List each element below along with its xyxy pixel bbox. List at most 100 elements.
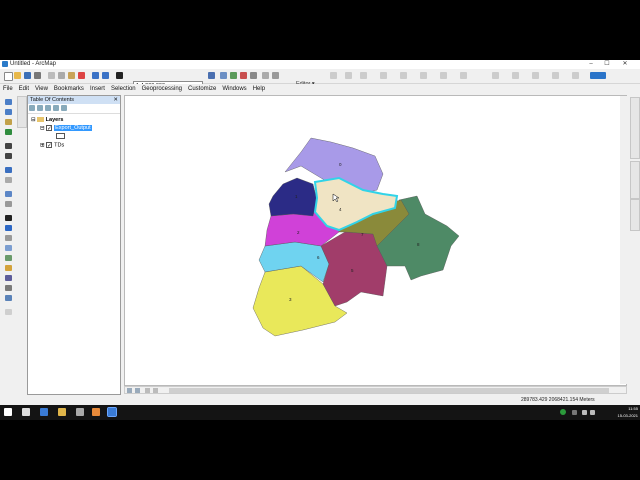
color-picker-icon[interactable]	[590, 72, 606, 79]
menu-windows[interactable]: Windows	[219, 84, 249, 94]
taskbar-clock[interactable]: 11:55 15-03-2021	[598, 405, 638, 420]
sketch-properties-icon[interactable]	[460, 72, 467, 79]
create-features-tab[interactable]	[630, 97, 640, 159]
editor-toolbar-icon[interactable]	[208, 72, 215, 79]
cut-polygon-icon[interactable]	[380, 72, 387, 79]
options-icon[interactable]	[61, 105, 67, 111]
forward-extent-icon[interactable]	[5, 177, 12, 183]
catalog-tab[interactable]	[630, 161, 640, 199]
zoom-in-icon[interactable]	[5, 99, 12, 105]
wifi-icon[interactable]	[582, 410, 587, 415]
draft-mode-icon[interactable]	[572, 72, 579, 79]
menu-selection[interactable]: Selection	[108, 84, 139, 94]
trace-tool-icon[interactable]	[360, 72, 367, 79]
store-icon[interactable]	[76, 408, 84, 416]
toc-root[interactable]: ⊟ Layers	[31, 117, 63, 124]
menu-view[interactable]: View	[32, 84, 51, 94]
list-by-selection-icon[interactable]	[53, 105, 59, 111]
model-builder-icon[interactable]	[262, 72, 269, 79]
map-horizontal-scrollbar[interactable]	[124, 386, 627, 394]
file-explorer-icon[interactable]	[58, 408, 66, 416]
menu-help[interactable]: Help	[250, 84, 268, 94]
viewer-window-icon[interactable]	[5, 295, 12, 301]
find-icon[interactable]	[5, 255, 12, 261]
route-icon[interactable]	[5, 275, 12, 281]
undo-icon[interactable]	[92, 72, 99, 79]
copy-icon[interactable]	[58, 72, 65, 79]
zoom-whole-page-icon[interactable]	[512, 72, 519, 79]
help-icon[interactable]	[272, 72, 279, 79]
layout-zoom-icon[interactable]	[552, 72, 559, 79]
maximize-button[interactable]: ☐	[600, 60, 614, 69]
map-vertical-scrollbar[interactable]	[620, 96, 627, 384]
rotate-icon[interactable]	[420, 72, 427, 79]
close-button[interactable]: ✕	[618, 60, 632, 69]
delete-icon[interactable]	[78, 72, 85, 79]
select-features-icon[interactable]	[5, 191, 12, 197]
time-slider-icon[interactable]	[5, 285, 12, 291]
tray-security-icon[interactable]	[560, 409, 566, 415]
fixed-zoom-in-icon[interactable]	[5, 143, 12, 149]
print-icon[interactable]	[34, 72, 41, 79]
pause-drawing-icon[interactable]	[153, 388, 158, 393]
search-tab[interactable]	[630, 199, 640, 231]
refresh-icon[interactable]	[145, 388, 150, 393]
edit-tool-icon[interactable]	[330, 72, 337, 79]
more-tools-icon[interactable]	[5, 309, 12, 315]
redo-icon[interactable]	[102, 72, 109, 79]
pan-icon[interactable]	[5, 119, 12, 125]
arctoolbox-icon[interactable]	[240, 72, 247, 79]
arctoolbox-tab[interactable]	[17, 96, 27, 128]
clear-selection-icon[interactable]	[5, 201, 12, 207]
menu-geoprocessing[interactable]: Geoprocessing	[139, 84, 185, 94]
zoom-out-icon[interactable]	[5, 109, 12, 115]
task-view-icon[interactable]	[22, 408, 30, 416]
layer-tds[interactable]: ⊞ ✓ TDs	[40, 142, 64, 149]
layer-visibility-checkbox[interactable]: ✓	[46, 142, 53, 149]
open-folder-icon[interactable]	[14, 72, 21, 79]
layer-export-output[interactable]: ⊟ ✓ Export_Output	[40, 125, 92, 132]
catalog-icon[interactable]	[220, 72, 227, 79]
full-extent-icon[interactable]	[5, 129, 12, 135]
map-view[interactable]: 0 1 4 2 7 6 8 3 5	[124, 95, 627, 386]
arcmap-taskbar-icon[interactable]	[92, 408, 100, 416]
volume-icon[interactable]	[590, 410, 595, 415]
district-navy[interactable]	[268, 177, 318, 217]
pan-layout-icon[interactable]	[532, 72, 539, 79]
active-window-icon[interactable]	[107, 407, 117, 417]
add-data-icon[interactable]	[116, 72, 123, 79]
menu-edit[interactable]: Edit	[16, 84, 32, 94]
layout-tool-icon[interactable]	[492, 72, 499, 79]
tray-people-icon[interactable]	[572, 410, 577, 415]
back-extent-icon[interactable]	[5, 167, 12, 173]
menu-insert[interactable]: Insert	[87, 84, 108, 94]
paste-icon[interactable]	[68, 72, 75, 79]
cut-icon[interactable]	[48, 72, 55, 79]
python-window-icon[interactable]	[250, 72, 257, 79]
menu-bookmarks[interactable]: Bookmarks	[51, 84, 87, 94]
map-canvas[interactable]: 0 1 4 2 7 6 8 3 5	[125, 96, 628, 387]
windows-start-icon[interactable]	[4, 408, 12, 416]
hyperlink-icon[interactable]	[5, 235, 12, 241]
reshape-icon[interactable]	[400, 72, 407, 79]
layer-symbol[interactable]	[56, 133, 65, 142]
scrollbar-thumb[interactable]	[169, 388, 609, 393]
layout-view-icon[interactable]	[135, 388, 140, 393]
identify-icon[interactable]	[5, 225, 12, 231]
list-by-visibility-icon[interactable]	[45, 105, 51, 111]
html-popup-icon[interactable]	[5, 245, 12, 251]
fixed-zoom-out-icon[interactable]	[5, 153, 12, 159]
menu-customize[interactable]: Customize	[185, 84, 219, 94]
straight-segment-icon[interactable]	[345, 72, 352, 79]
attributes-icon[interactable]	[440, 72, 447, 79]
measure-icon[interactable]	[5, 265, 12, 271]
new-document-icon[interactable]	[4, 72, 13, 81]
toc-window-icon[interactable]	[230, 72, 237, 79]
list-by-drawing-order-icon[interactable]	[29, 105, 35, 111]
save-icon[interactable]	[24, 72, 31, 79]
data-view-icon[interactable]	[127, 388, 132, 393]
list-by-source-icon[interactable]	[37, 105, 43, 111]
menu-file[interactable]: File	[0, 84, 16, 94]
edge-browser-icon[interactable]	[40, 408, 48, 416]
toc-close-icon[interactable]: ✕	[113, 96, 118, 104]
